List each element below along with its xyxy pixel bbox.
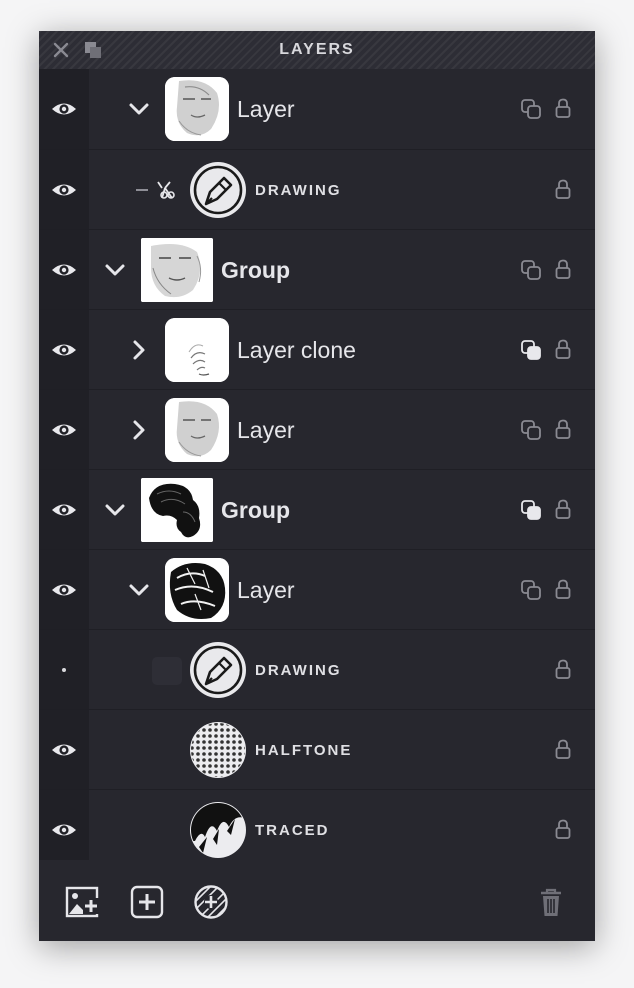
group-name[interactable]: Group bbox=[221, 257, 290, 284]
layer-name[interactable]: Layer bbox=[237, 417, 295, 444]
layers-panel: LAYERS Layer DRAWING Group Layer clone L… bbox=[39, 31, 595, 941]
stack-outline-icon[interactable] bbox=[520, 259, 542, 281]
filter-name[interactable]: DRAWING bbox=[255, 662, 342, 679]
panel-title: LAYERS bbox=[279, 41, 355, 58]
empty-link-slot bbox=[152, 657, 182, 685]
panel-footer bbox=[39, 860, 595, 941]
eye-icon[interactable] bbox=[51, 740, 77, 760]
layer-row[interactable]: Layer bbox=[39, 389, 595, 469]
eye-icon[interactable] bbox=[51, 820, 77, 840]
layer-row[interactable]: Layer bbox=[39, 69, 595, 149]
lock-icon[interactable] bbox=[554, 338, 572, 360]
stack-outline-icon[interactable] bbox=[520, 579, 542, 601]
filter-name[interactable]: TRACED bbox=[255, 822, 330, 839]
halftone-circle-icon bbox=[190, 722, 246, 778]
chevron-right-icon[interactable] bbox=[128, 339, 150, 361]
eye-icon[interactable] bbox=[51, 340, 77, 360]
group-thumbnail bbox=[141, 238, 213, 302]
layer-thumbnail bbox=[165, 318, 229, 382]
eye-icon[interactable] bbox=[51, 500, 77, 520]
clipped-link-icon bbox=[136, 181, 175, 199]
panel-titlebar: LAYERS bbox=[39, 31, 595, 69]
stack-outline-icon[interactable] bbox=[520, 98, 542, 120]
add-filter-icon[interactable] bbox=[193, 884, 229, 920]
layer-thumbnail bbox=[165, 558, 229, 622]
group-row[interactable]: Group bbox=[39, 469, 595, 549]
chevron-right-icon[interactable] bbox=[128, 419, 150, 441]
layer-name[interactable]: Layer clone bbox=[237, 337, 356, 364]
stack-outline-icon[interactable] bbox=[520, 419, 542, 441]
layer-row[interactable]: Layer bbox=[39, 549, 595, 629]
eye-icon[interactable] bbox=[51, 99, 77, 119]
layer-row[interactable]: Layer clone bbox=[39, 309, 595, 389]
chevron-down-icon[interactable] bbox=[128, 98, 150, 120]
lock-icon[interactable] bbox=[554, 578, 572, 600]
layer-name[interactable]: Layer bbox=[237, 96, 295, 123]
stack-filled-icon[interactable] bbox=[520, 499, 542, 521]
filter-name[interactable]: HALFTONE bbox=[255, 742, 352, 759]
traced-circle-icon bbox=[190, 802, 246, 858]
add-layer-icon[interactable] bbox=[129, 884, 165, 920]
filter-row[interactable]: DRAWING bbox=[39, 149, 595, 229]
chevron-down-icon[interactable] bbox=[128, 579, 150, 601]
eye-icon[interactable] bbox=[51, 580, 77, 600]
pencil-circle-icon bbox=[190, 162, 246, 218]
lock-icon[interactable] bbox=[554, 818, 572, 840]
layer-thumbnail bbox=[165, 398, 229, 462]
stack-filled-icon[interactable] bbox=[520, 339, 542, 361]
filter-row[interactable]: TRACED bbox=[39, 789, 595, 869]
layer-name[interactable]: Layer bbox=[237, 577, 295, 604]
hidden-dot-icon[interactable] bbox=[62, 668, 66, 672]
add-image-layer-icon[interactable] bbox=[65, 884, 101, 920]
lock-icon[interactable] bbox=[554, 258, 572, 280]
lock-icon[interactable] bbox=[554, 658, 572, 680]
lock-icon[interactable] bbox=[554, 498, 572, 520]
group-row[interactable]: Group bbox=[39, 229, 595, 309]
eye-icon[interactable] bbox=[51, 260, 77, 280]
group-thumbnail bbox=[141, 478, 213, 542]
filter-row[interactable]: HALFTONE bbox=[39, 709, 595, 789]
trash-icon[interactable] bbox=[533, 884, 569, 920]
filter-row[interactable]: DRAWING bbox=[39, 629, 595, 709]
group-name[interactable]: Group bbox=[221, 497, 290, 524]
eye-icon[interactable] bbox=[51, 180, 77, 200]
lock-icon[interactable] bbox=[554, 178, 572, 200]
chevron-down-icon[interactable] bbox=[104, 499, 126, 521]
chevron-down-icon[interactable] bbox=[104, 259, 126, 281]
eye-icon[interactable] bbox=[51, 420, 77, 440]
lock-icon[interactable] bbox=[554, 97, 572, 119]
lock-icon[interactable] bbox=[554, 738, 572, 760]
lock-icon[interactable] bbox=[554, 418, 572, 440]
filter-name[interactable]: DRAWING bbox=[255, 182, 342, 199]
pencil-circle-icon bbox=[190, 642, 246, 698]
layer-thumbnail bbox=[165, 77, 229, 141]
